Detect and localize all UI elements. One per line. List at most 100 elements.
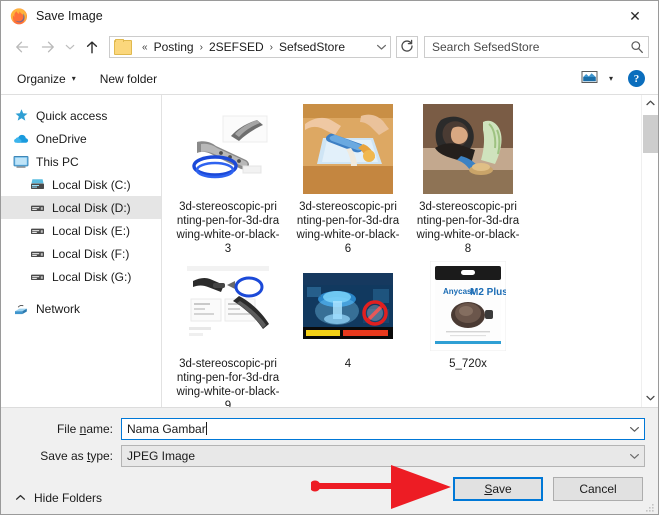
- save-as-type-dropdown-button[interactable]: [625, 446, 644, 466]
- sidebar-item-local-disk-d[interactable]: Local Disk (D:): [1, 196, 161, 219]
- file-name-dropdown-button[interactable]: [625, 419, 644, 439]
- sidebar-item-label: Local Disk (C:): [52, 177, 131, 192]
- breadcrumb-item-0[interactable]: Posting: [153, 39, 195, 55]
- recent-locations-button[interactable]: [61, 34, 79, 60]
- arrow-right-icon: [40, 40, 56, 54]
- sidebar-item-quick-access[interactable]: Quick access: [1, 104, 161, 127]
- scroll-up-button[interactable]: [642, 95, 658, 112]
- hide-folders-button[interactable]: Hide Folders: [15, 491, 102, 505]
- sidebar-top-spacer: [1, 95, 161, 104]
- sidebar-item-this-pc[interactable]: This PC: [1, 150, 161, 173]
- hide-folders-label: Hide Folders: [34, 491, 103, 505]
- save-as-type-label-post: ype:: [90, 449, 113, 463]
- file-name-label: File name:: [1, 422, 121, 436]
- breadcrumb-item-1[interactable]: 2SEFSED: [208, 39, 265, 55]
- sidebar-item-local-disk-f[interactable]: Local Disk (F:): [1, 242, 161, 265]
- sidebar-item-label: Local Disk (G:): [52, 269, 132, 284]
- address-dropdown-button[interactable]: [372, 37, 390, 57]
- file-name-combobox[interactable]: Nama Gambar: [121, 418, 645, 440]
- drive-icon: [29, 223, 45, 239]
- file-name-label: 3d-stereoscopic-printing-pen-for-3d-draw…: [176, 201, 280, 255]
- file-item[interactable]: 4: [290, 258, 406, 407]
- drive-icon: [29, 269, 45, 285]
- sidebar-group-spacer: [1, 288, 161, 297]
- file-thumbnail: [180, 258, 276, 354]
- help-button[interactable]: ?: [628, 70, 645, 87]
- new-folder-button[interactable]: New folder: [93, 68, 164, 90]
- search-box[interactable]: Search SefsedStore: [424, 36, 649, 58]
- file-item[interactable]: 3d-stereoscopic-printing-pen-for-3d-draw…: [290, 101, 406, 256]
- arrow-left-icon: [14, 40, 30, 54]
- change-view-button[interactable]: [576, 68, 602, 90]
- chevron-up-icon: [646, 99, 655, 108]
- refresh-button[interactable]: [396, 36, 418, 58]
- breadcrumb-separator-1: ›: [269, 41, 273, 53]
- address-bar[interactable]: « Posting › 2SEFSED › SefsedStore: [109, 36, 391, 58]
- search-input[interactable]: Search SefsedStore: [425, 40, 626, 54]
- sidebar-item-network[interactable]: Network: [1, 297, 161, 320]
- file-name-value: Nama Gambar: [127, 422, 206, 436]
- breadcrumb-item-2[interactable]: SefsedStore: [278, 39, 346, 55]
- view-layout-icon: [581, 70, 598, 87]
- file-list-scrollbar[interactable]: [641, 95, 658, 407]
- file-item[interactable]: 3d-stereoscopic-printing-pen-for-3d-draw…: [170, 258, 286, 407]
- chevron-down-icon: ▾: [608, 74, 613, 83]
- back-button[interactable]: [9, 34, 35, 60]
- file-thumbnail: [420, 101, 516, 197]
- sidebar-item-label: This PC: [36, 154, 79, 169]
- organize-button[interactable]: Organize ▾: [10, 68, 83, 90]
- scroll-down-button[interactable]: [642, 390, 658, 407]
- file-grid: 3d-stereoscopic-printing-pen-for-3d-draw…: [162, 95, 640, 407]
- chevron-up-icon: [15, 493, 26, 503]
- file-name-label: 3d-stereoscopic-printing-pen-for-3d-draw…: [176, 358, 280, 407]
- sidebar-item-label: Local Disk (D:): [52, 200, 131, 215]
- sidebar-item-local-disk-c[interactable]: Local Disk (C:): [1, 173, 161, 196]
- sidebar-item-onedrive[interactable]: OneDrive: [1, 127, 161, 150]
- forward-button[interactable]: [35, 34, 61, 60]
- file-item[interactable]: 3d-stereoscopic-printing-pen-for-3d-draw…: [410, 101, 526, 256]
- text-caret: [205, 422, 207, 435]
- sidebar-item-local-disk-g[interactable]: Local Disk (G:): [1, 265, 161, 288]
- system-drive-icon: [29, 177, 45, 193]
- refresh-icon: [400, 39, 414, 56]
- file-name-label-pre: File: [56, 422, 80, 436]
- cancel-button[interactable]: Cancel: [553, 477, 643, 501]
- cancel-button-label: Cancel: [579, 482, 617, 496]
- save-button[interactable]: Save: [453, 477, 543, 501]
- file-name-label-post: ame:: [86, 422, 113, 436]
- file-item[interactable]: 3d-stereoscopic-printing-pen-for-3d-draw…: [170, 101, 286, 256]
- firefox-icon: [10, 7, 28, 25]
- star-icon: [13, 108, 29, 124]
- file-item[interactable]: Anycast M2 Plus 5_720x: [410, 258, 526, 407]
- save-as-type-combobox[interactable]: JPEG Image: [121, 445, 645, 467]
- navigation-pane: Quick access OneDrive This PC Local Disk…: [1, 95, 161, 407]
- close-button[interactable]: ✕: [612, 1, 658, 31]
- save-as-type-row: Save as type: JPEG Image: [1, 445, 645, 467]
- arrow-up-icon: [84, 40, 100, 55]
- file-name-label: 5_720x: [449, 358, 487, 370]
- file-list-view[interactable]: 3d-stereoscopic-printing-pen-for-3d-draw…: [162, 95, 658, 407]
- sidebar-item-local-disk-e[interactable]: Local Disk (E:): [1, 219, 161, 242]
- close-icon: ✕: [629, 7, 641, 24]
- folder-icon: [114, 38, 132, 55]
- file-name-label: 3d-stereoscopic-printing-pen-for-3d-draw…: [416, 201, 520, 255]
- chevron-down-icon: [376, 40, 387, 54]
- new-folder-label: New folder: [99, 71, 158, 86]
- navigation-bar: « Posting › 2SEFSED › SefsedStore Search…: [1, 31, 658, 63]
- cloud-icon: [13, 131, 29, 147]
- file-thumbnail: [300, 258, 396, 354]
- breadcrumb-overflow[interactable]: «: [142, 42, 148, 53]
- save-as-type-value: JPEG Image: [127, 449, 196, 463]
- view-options-dropdown[interactable]: ▾: [602, 68, 620, 90]
- scrollbar-thumb[interactable]: [643, 115, 658, 153]
- resize-grip[interactable]: [645, 502, 655, 512]
- breadcrumb: « Posting › 2SEFSED › SefsedStore: [137, 39, 372, 55]
- command-bar: Organize ▾ New folder ▾ ?: [1, 63, 658, 95]
- save-as-type-label-pre: Save as: [40, 449, 87, 463]
- drive-icon: [29, 246, 45, 262]
- up-one-level-button[interactable]: [79, 34, 105, 60]
- chevron-down-icon: [65, 43, 75, 51]
- file-name-input[interactable]: Nama Gambar: [122, 422, 625, 436]
- save-button-label: Save: [484, 482, 511, 496]
- drive-icon: [29, 200, 45, 216]
